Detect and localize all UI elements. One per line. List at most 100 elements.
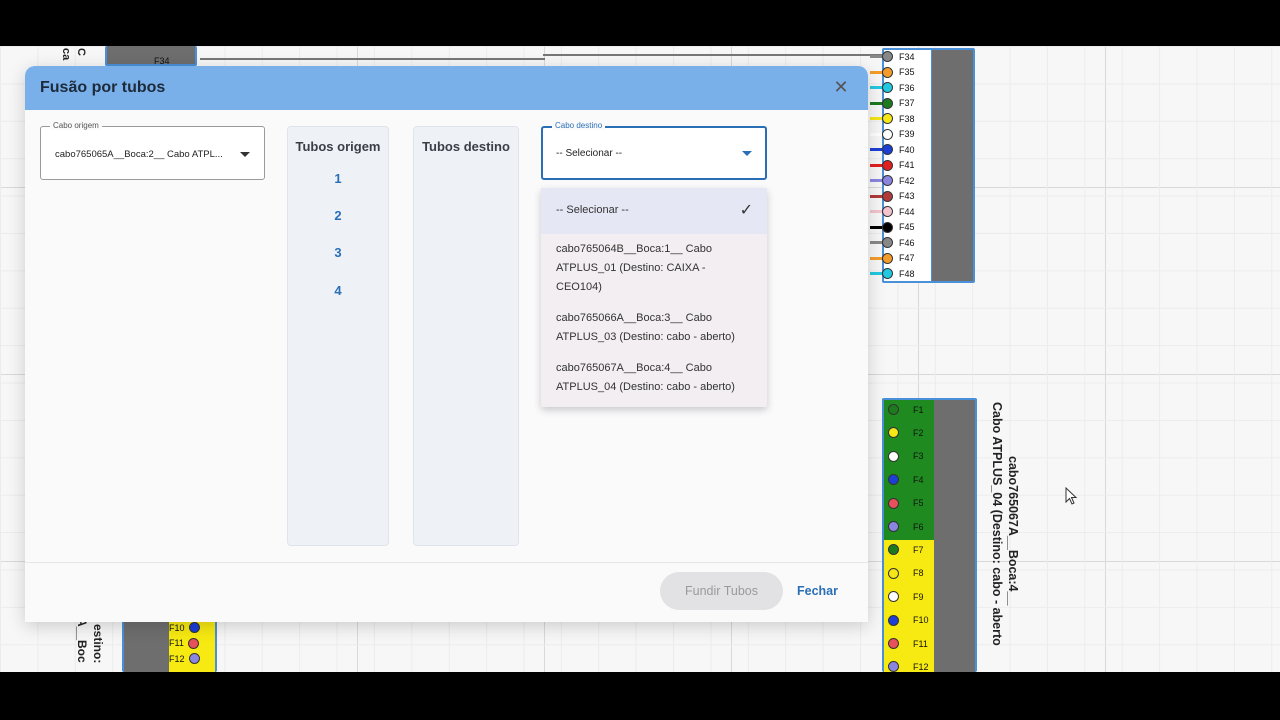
top-left-cable-label-2: C bbox=[75, 48, 87, 56]
fiber-item[interactable]: F4 bbox=[888, 474, 924, 486]
fiber-label: F11 bbox=[913, 638, 928, 649]
modal-header: Fusão por tubos ✕ bbox=[25, 66, 868, 110]
fiber-item[interactable]: F44 bbox=[870, 206, 915, 217]
fiber-item[interactable]: F3 bbox=[888, 450, 924, 462]
fiber-item[interactable]: F34 bbox=[870, 51, 915, 62]
fiber-item[interactable]: F11 bbox=[169, 637, 199, 649]
dest-tubes-title: Tubos destino bbox=[422, 139, 510, 154]
fiber-label: F46 bbox=[899, 237, 915, 248]
fiber-item[interactable]: F10 bbox=[888, 614, 929, 626]
fiber-lead bbox=[870, 163, 882, 167]
fiber-item[interactable]: F11 bbox=[888, 638, 928, 649]
fiber-dot-icon bbox=[882, 237, 893, 248]
bottom-left-cable-label-2: estino: bbox=[91, 624, 105, 664]
fiber-item[interactable]: F12 bbox=[169, 653, 200, 664]
top-left-cable-block[interactable] bbox=[105, 46, 197, 66]
fiber-lead bbox=[870, 210, 882, 213]
fiber-dot-icon bbox=[888, 474, 899, 486]
fiber-label: F37 bbox=[899, 98, 915, 108]
fiber-lead bbox=[870, 225, 882, 229]
dropdown-option[interactable]: cabo765064B__Boca:1__ Cabo ATPLUS_01 (De… bbox=[541, 234, 767, 303]
origin-cable-label: Cabo origem bbox=[50, 121, 102, 130]
fiber-dot-icon bbox=[882, 82, 893, 93]
fiber-item[interactable]: F2 bbox=[888, 427, 924, 439]
dropdown-option[interactable]: cabo765067A__Boca:4__ Cabo ATPLUS_04 (De… bbox=[541, 353, 767, 407]
bottom-right-cable-block[interactable] bbox=[882, 398, 977, 672]
fiber-item[interactable]: F9 bbox=[888, 591, 924, 603]
fiber-dot-icon bbox=[882, 159, 893, 171]
top-left-fiber-label: F34 bbox=[154, 56, 170, 66]
fiber-label: F4 bbox=[913, 474, 924, 485]
fiber-item[interactable]: F1 bbox=[888, 404, 924, 415]
fiber-dot-icon bbox=[888, 661, 899, 672]
fiber-label: F5 bbox=[913, 498, 924, 509]
fiber-item[interactable]: F7 bbox=[888, 544, 924, 556]
fiber-item[interactable]: F8 bbox=[888, 567, 924, 579]
bottom-left-cable-label-1: A__Boc bbox=[75, 618, 89, 663]
fiber-label: F41 bbox=[899, 160, 915, 170]
merge-tubes-button[interactable]: Fundir Tubos bbox=[660, 572, 783, 610]
fiber-item[interactable]: F43 bbox=[870, 190, 915, 202]
fiber-item[interactable]: F45 bbox=[870, 221, 915, 233]
diagram-canvas[interactable]: ca C F34 F34 F35 F36 F37 F38 F39 F40 F41 F42 F43 F… bbox=[0, 46, 1280, 672]
dropdown-option[interactable]: cabo765066A__Boca:3__ Cabo ATPLUS_03 (De… bbox=[541, 303, 767, 353]
bottom-right-cable-label-1: cabo765067A__Boca:4__ bbox=[1006, 456, 1020, 606]
fiber-label: F10 bbox=[169, 622, 185, 633]
origin-cable-select[interactable]: Cabo origem cabo765065A__Boca:2__ Cabo A… bbox=[40, 121, 265, 180]
fiber-label: F8 bbox=[913, 568, 924, 579]
dest-cable-select[interactable]: Cabo destino -- Selecionar -- bbox=[541, 121, 767, 180]
fiber-item[interactable]: F5 bbox=[888, 497, 924, 509]
fiber-dot-icon bbox=[882, 66, 893, 78]
fiber-dot-icon bbox=[888, 638, 899, 649]
origin-tube-item[interactable]: 4 bbox=[288, 283, 388, 298]
fiber-item[interactable]: F48 bbox=[870, 268, 915, 279]
origin-tube-item[interactable]: 1 bbox=[288, 171, 388, 186]
origin-tube-item[interactable]: 2 bbox=[288, 208, 388, 223]
fiber-item[interactable]: F41 bbox=[870, 159, 915, 171]
fiber-label: F39 bbox=[899, 129, 915, 139]
fiber-dot-icon bbox=[888, 404, 899, 415]
close-button[interactable]: Fechar bbox=[797, 572, 838, 610]
fiber-item[interactable]: F39 bbox=[870, 128, 915, 140]
fiber-item[interactable]: F36 bbox=[870, 82, 915, 93]
fiber-dot-icon bbox=[888, 544, 899, 556]
fiber-label: F7 bbox=[913, 544, 924, 555]
fiber-dot-icon bbox=[882, 128, 893, 140]
close-icon[interactable]: ✕ bbox=[832, 78, 850, 96]
fiber-dot-icon bbox=[882, 190, 893, 202]
fiber-label: F35 bbox=[899, 67, 915, 77]
fusion-modal: Fusão por tubos ✕ Cabo origem cabo765065… bbox=[25, 66, 868, 622]
fiber-item[interactable]: F6 bbox=[888, 521, 924, 532]
fiber-item[interactable]: F38 bbox=[870, 113, 915, 124]
fiber-lead bbox=[870, 86, 882, 89]
origin-tubes-panel: Tubos origem 1 2 3 4 bbox=[287, 126, 389, 546]
fiber-dot-icon bbox=[888, 497, 899, 509]
chevron-down-icon bbox=[742, 151, 752, 156]
fiber-dot-icon bbox=[888, 591, 899, 603]
fiber-label: F9 bbox=[913, 591, 924, 602]
fiber-dot-icon bbox=[882, 252, 893, 264]
fiber-item[interactable]: F10 bbox=[169, 622, 200, 633]
top-left-cable-label: ca bbox=[60, 48, 72, 61]
fiber-item[interactable]: F12 bbox=[888, 661, 929, 672]
fiber-label: F10 bbox=[913, 615, 929, 626]
dest-cable-dropdown: -- Selecionar -- ✓ cabo765064B__Boca:1__… bbox=[541, 188, 767, 407]
footer-divider bbox=[25, 562, 868, 563]
fiber-label: F12 bbox=[169, 653, 185, 664]
fiber-lead bbox=[870, 194, 882, 198]
fiber-label: F1 bbox=[913, 404, 924, 415]
fiber-item[interactable]: F46 bbox=[870, 237, 915, 248]
fiber-label: F6 bbox=[913, 521, 924, 532]
fiber-lead bbox=[870, 272, 882, 275]
fiber-item[interactable]: F47 bbox=[870, 252, 915, 264]
dropdown-option[interactable]: -- Selecionar -- ✓ bbox=[541, 188, 767, 234]
bottom-right-cable-label-2: Cabo ATPLUS_04 (Destino: cabo - aberto bbox=[990, 402, 1004, 646]
fiber-dot-icon bbox=[188, 653, 200, 664]
fiber-item[interactable]: F35 bbox=[870, 66, 915, 78]
fiber-item[interactable]: F42 bbox=[870, 175, 915, 186]
fiber-item[interactable]: F40 bbox=[870, 144, 915, 155]
fiber-label: F36 bbox=[899, 82, 915, 93]
origin-tube-item[interactable]: 3 bbox=[288, 245, 388, 260]
fiber-item[interactable]: F37 bbox=[870, 97, 915, 109]
fiber-lead bbox=[870, 148, 882, 151]
